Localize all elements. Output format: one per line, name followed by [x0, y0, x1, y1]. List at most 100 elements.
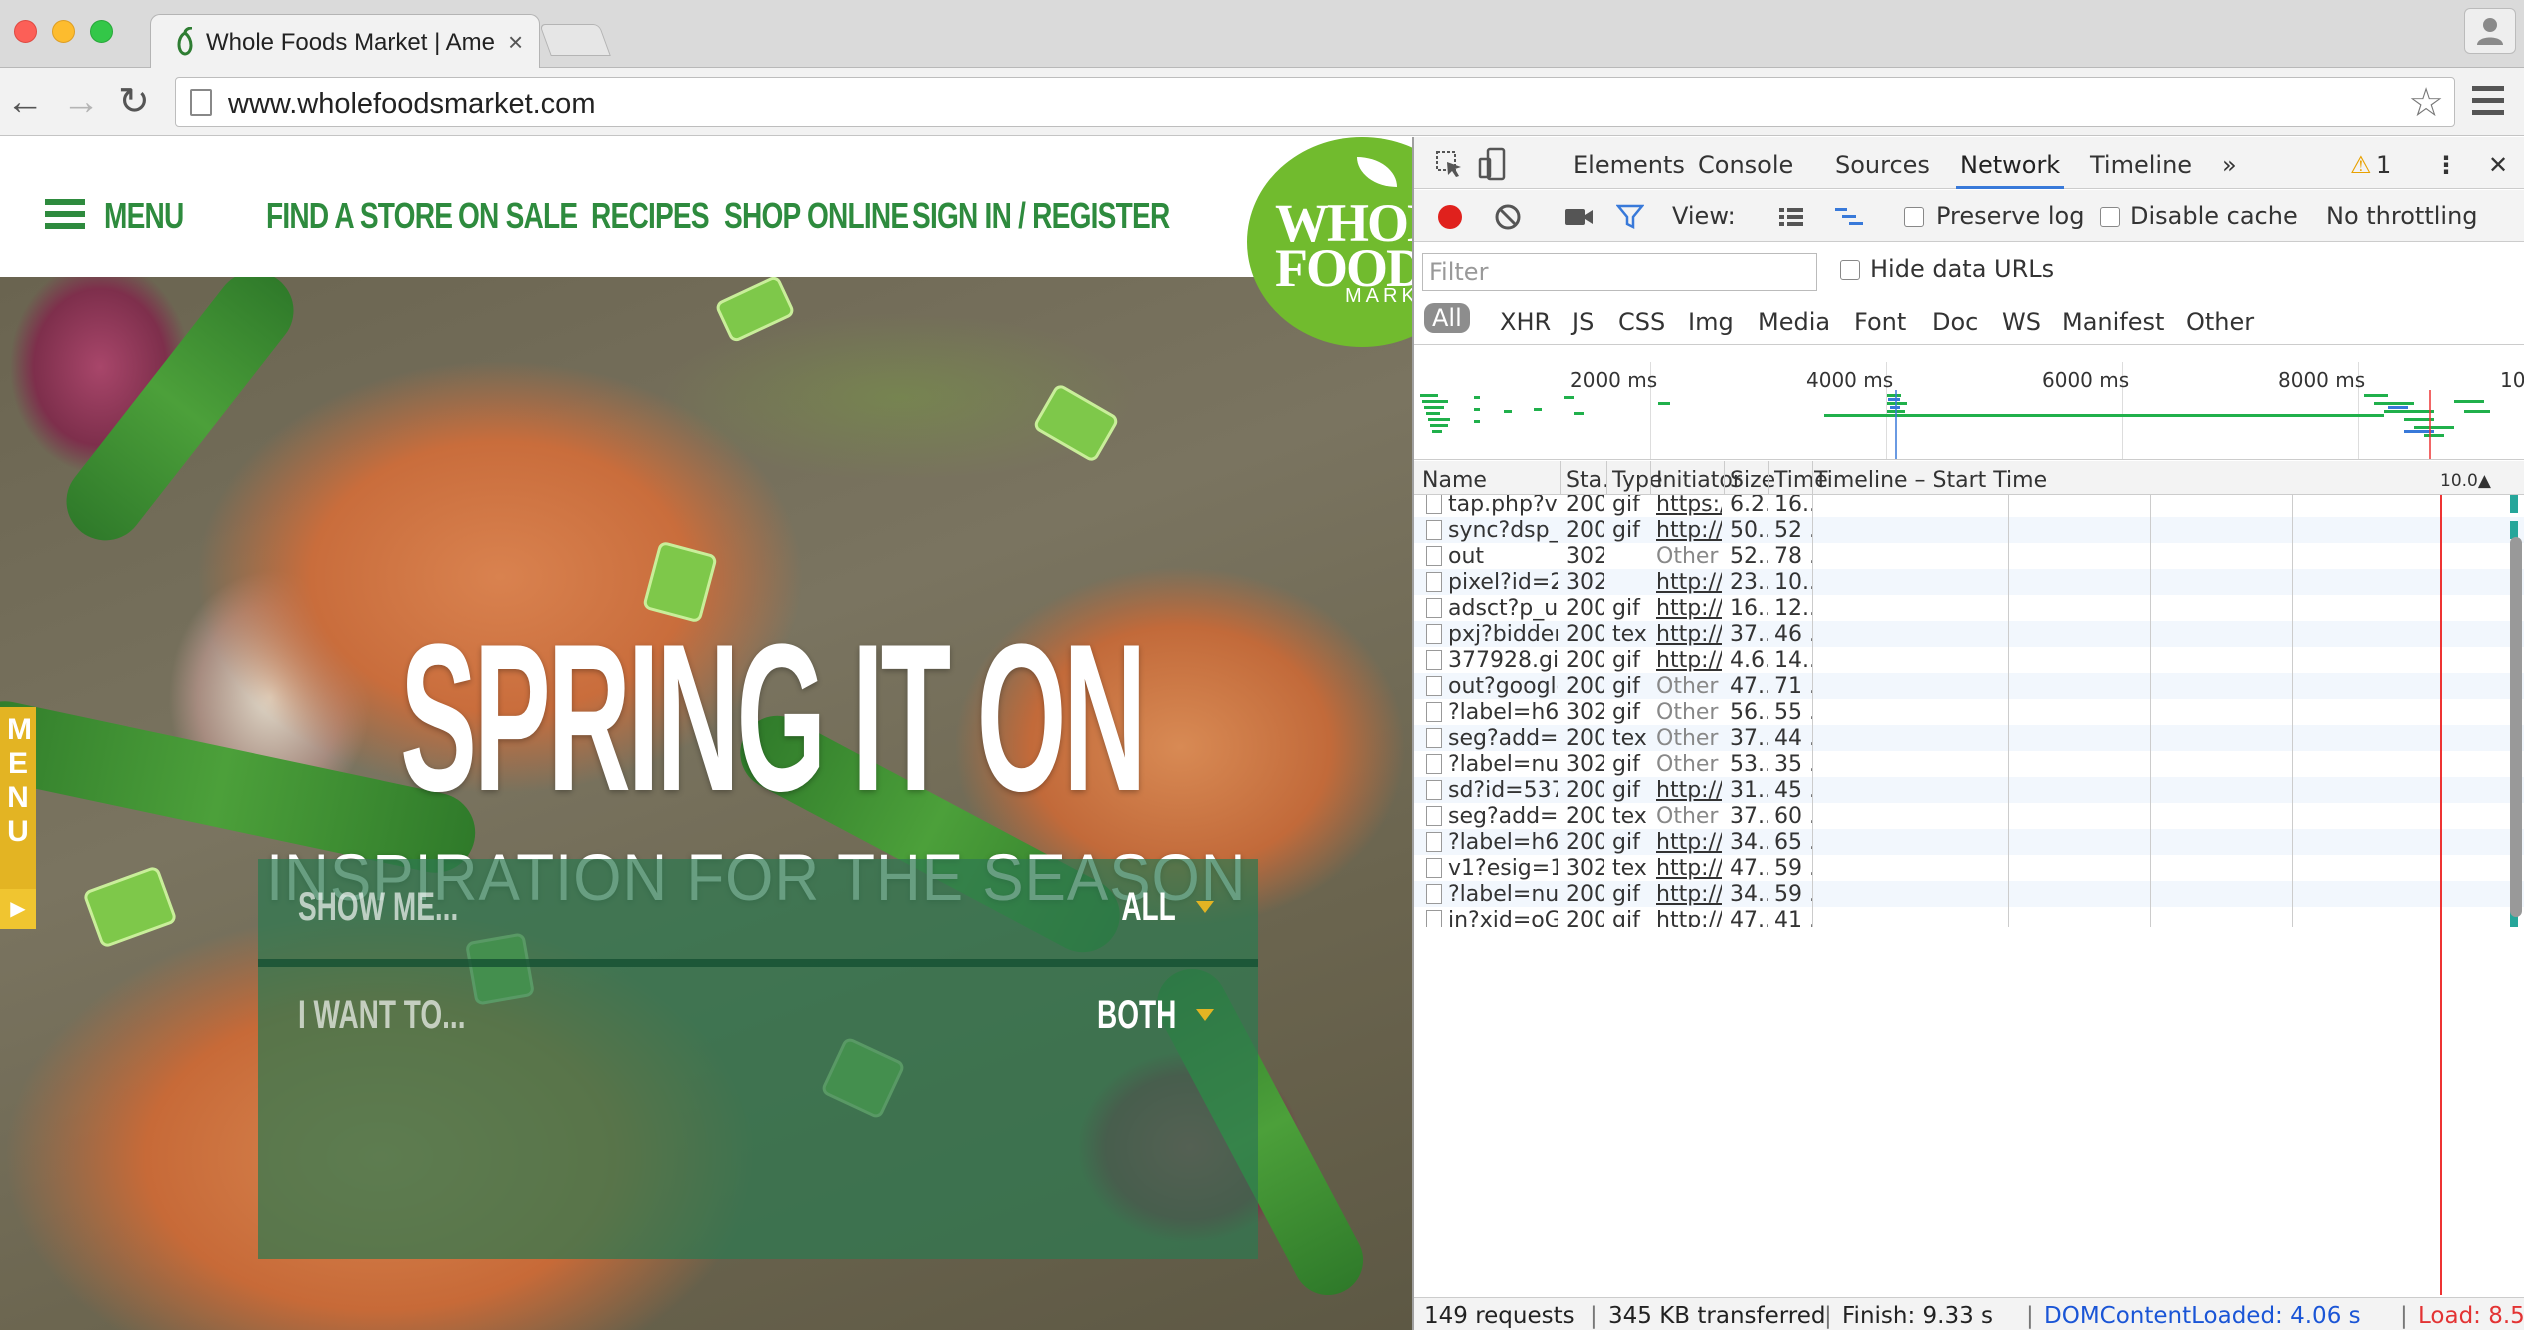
cell-initiator[interactable]: http://...: [1656, 830, 1722, 855]
table-row[interactable]: ?label=h6puCN... 200 gif http://... 34...65 …: [1414, 829, 2524, 855]
cell-size: 16...: [1730, 596, 1768, 621]
nav-sign-in-register[interactable]: SIGN IN / REGISTER: [912, 195, 1170, 237]
nav-recipes[interactable]: RECIPES: [591, 195, 710, 237]
minimize-window-button[interactable]: [52, 20, 75, 43]
browser-menu-icon[interactable]: [2472, 86, 2504, 122]
camera-icon[interactable]: [1564, 206, 1594, 228]
inspect-element-icon[interactable]: [1434, 149, 1464, 179]
type-filter-js[interactable]: JS: [1572, 308, 1594, 336]
close-window-button[interactable]: [14, 20, 37, 43]
tab-sources[interactable]: Sources: [1835, 151, 1930, 179]
throttling-select[interactable]: No throttling: [2326, 202, 2478, 230]
cell-initiator[interactable]: http://...: [1656, 648, 1722, 673]
col-type[interactable]: Type: [1612, 468, 1663, 493]
logo-leaf-icon: [1357, 157, 1397, 187]
maximize-window-button[interactable]: [90, 20, 113, 43]
filter-input[interactable]: [1423, 254, 1816, 290]
tab-close-icon[interactable]: ×: [508, 27, 523, 58]
type-filter-media[interactable]: Media: [1758, 308, 1830, 336]
warning-icon[interactable]: ⚠: [2350, 151, 2372, 179]
cell-initiator[interactable]: http://...: [1656, 856, 1722, 881]
type-filter-css[interactable]: CSS: [1618, 308, 1665, 336]
clear-icon[interactable]: [1494, 203, 1522, 231]
address-bar[interactable]: www.wholefoodsmarket.com ☆: [175, 77, 2455, 127]
browser-tab[interactable]: Whole Foods Market | Ame ×: [150, 14, 540, 68]
type-filter-font[interactable]: Font: [1854, 308, 1906, 336]
cell-initiator[interactable]: http://...: [1656, 596, 1722, 621]
table-row[interactable]: sd?id=537103... 200 gif http://... 31...45 .…: [1414, 777, 2524, 803]
cell-name: ?label=null&sc...: [1448, 882, 1558, 907]
nav-shop-online[interactable]: SHOP ONLINE: [724, 195, 909, 237]
col-timeline[interactable]: Timeline – Start Time: [1814, 468, 2047, 493]
requests-scrollbar[interactable]: [2510, 537, 2522, 917]
waterfall-icon[interactable]: [1834, 206, 1864, 228]
type-filter-all[interactable]: All: [1424, 303, 1470, 333]
type-filter-doc[interactable]: Doc: [1932, 308, 1978, 336]
show-me-dropdown[interactable]: SHOW ME... ALL: [258, 859, 1258, 959]
record-icon[interactable]: [1438, 205, 1462, 229]
close-devtools-icon[interactable]: ✕: [2488, 151, 2508, 179]
new-tab-button[interactable]: [539, 24, 611, 56]
devtools-menu-icon[interactable]: ⋮: [2434, 151, 2458, 179]
i-want-to-dropdown[interactable]: I WANT TO... BOTH: [258, 967, 1258, 1067]
tab-elements[interactable]: Elements: [1573, 151, 1685, 179]
site-menu-icon[interactable]: [45, 199, 85, 235]
hide-data-urls-checkbox[interactable]: [1840, 255, 1860, 283]
table-row[interactable]: adsct?p_user_i... 200 gif http://... 16...12…: [1414, 595, 2524, 621]
type-filter-manifest[interactable]: Manifest: [2062, 308, 2164, 336]
cell-initiator[interactable]: http://...: [1656, 882, 1722, 907]
table-row[interactable]: out?google_nid... 200 gif Other 47...71 ...: [1414, 673, 2524, 699]
nav-find-a-store[interactable]: FIND A STORE: [266, 195, 453, 237]
table-row[interactable]: in?xid=oGCLg... 200 gif http://... 47... 41 .…: [1414, 907, 2524, 927]
site-menu-label[interactable]: MENU: [104, 195, 184, 237]
table-row[interactable]: 377928.gif?pa... 200 gif http://... 4.6...14…: [1414, 647, 2524, 673]
bookmark-star-icon[interactable]: ☆: [2408, 80, 2444, 126]
cell-status: 200: [1566, 726, 1604, 751]
forward-button[interactable]: →: [62, 82, 100, 122]
cell-time: 12...: [1774, 596, 1812, 621]
tab-console[interactable]: Console: [1698, 151, 1793, 179]
col-name[interactable]: Name: [1422, 468, 1487, 493]
table-row[interactable]: seg?add=2156... 200 tex... Other 37...44 ...: [1414, 725, 2524, 751]
disable-cache-checkbox[interactable]: [2100, 202, 2120, 230]
cell-initiator[interactable]: http://...: [1656, 622, 1722, 647]
overview-tick: 6000 ms: [2042, 368, 2130, 392]
type-filter-other[interactable]: Other: [2186, 308, 2254, 336]
cell-initiator[interactable]: https://...: [1656, 495, 1722, 517]
profile-button[interactable]: [2464, 8, 2516, 54]
nav-on-sale[interactable]: ON SALE: [458, 195, 578, 237]
table-row[interactable]: sync?dsp_id=4... 200 gif http://... 50...52 …: [1414, 517, 2524, 543]
network-overview[interactable]: 2000 ms 4000 ms 6000 ms 8000 ms 10: [1414, 362, 2524, 460]
col-status[interactable]: Sta...: [1566, 468, 1606, 493]
tab-timeline[interactable]: Timeline: [2090, 151, 2192, 179]
table-row[interactable]: v1?esig=1~bf4... 302 tex... http://... 47...…: [1414, 855, 2524, 881]
large-rows-icon[interactable]: [1778, 206, 1804, 228]
table-row[interactable]: out 302 Other 52...78 ...: [1414, 543, 2524, 569]
cell-initiator[interactable]: http://...: [1656, 570, 1722, 595]
tab-network[interactable]: Network: [1960, 151, 2060, 179]
table-row[interactable]: tap.php?v=194... 200 gif https://... 6.2... 1…: [1414, 495, 2524, 517]
table-row[interactable]: pxj?bidder=17... 200 tex... http://... 37...…: [1414, 621, 2524, 647]
type-filter-ws[interactable]: WS: [2002, 308, 2041, 336]
filter-input-box[interactable]: [1422, 253, 1817, 291]
type-filter-img[interactable]: Img: [1688, 308, 1734, 336]
side-menu-tab[interactable]: M E N U ▶: [0, 707, 36, 929]
table-row[interactable]: pixel?id=2498... 302 http://... 23...10...: [1414, 569, 2524, 595]
table-row[interactable]: ?label=null&sc... 200 gif http://... 34...59…: [1414, 881, 2524, 907]
cell-initiator[interactable]: http://...: [1656, 518, 1722, 543]
more-tabs-icon[interactable]: »: [2222, 151, 2237, 179]
preserve-log-checkbox[interactable]: [1904, 202, 1924, 230]
device-mode-icon[interactable]: [1478, 147, 1508, 181]
type-filter-xhr[interactable]: XHR: [1500, 308, 1551, 336]
cell-initiator[interactable]: http://...: [1656, 778, 1722, 803]
back-button[interactable]: ←: [6, 82, 44, 122]
table-row[interactable]: seg?add=3800... 200 tex... Other 37...60 ...: [1414, 803, 2524, 829]
cell-status: 200: [1566, 518, 1604, 543]
filter-icon[interactable]: [1616, 204, 1644, 230]
cell-name: 377928.gif?pa...: [1448, 648, 1558, 673]
table-row[interactable]: ?label=h6puCN... 302 gif Other 56...55 ...: [1414, 699, 2524, 725]
table-row[interactable]: ?label=null&gu... 302 gif Other 53...35 ...: [1414, 751, 2524, 777]
reload-button[interactable]: ↻: [118, 82, 150, 122]
cell-initiator: Other: [1656, 700, 1719, 725]
cell-initiator[interactable]: http://...: [1656, 908, 1722, 927]
